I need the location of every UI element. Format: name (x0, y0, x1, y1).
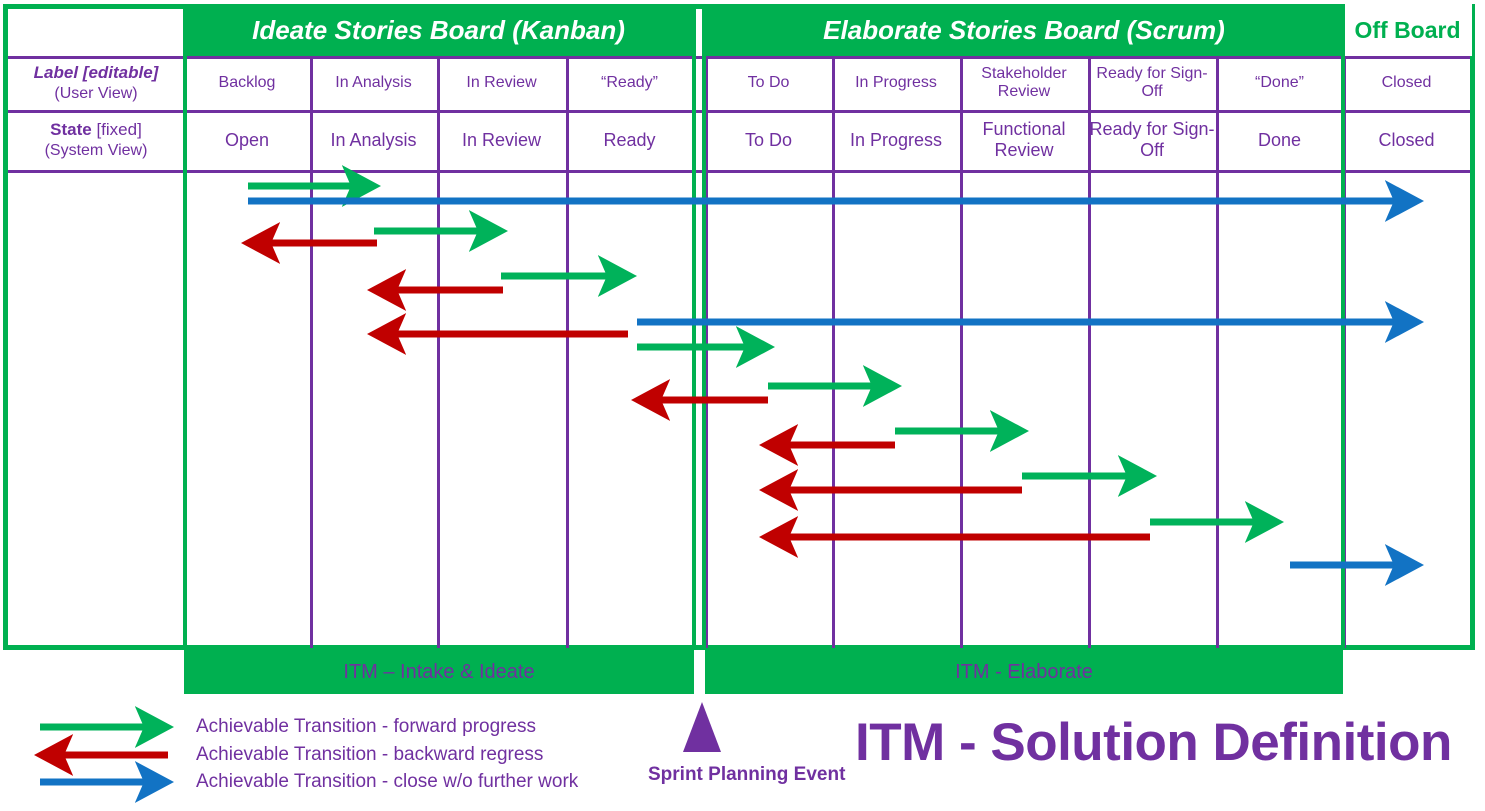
column-state-in-analysis: In Analysis (310, 110, 437, 170)
column-state-open: Open (184, 110, 310, 170)
scrum-board-banner: Elaborate Stories Board (Scrum) (705, 4, 1343, 56)
column-label-to-do[interactable]: To Do (705, 56, 832, 110)
column-label-stakeholder-review[interactable]: Stakeholder Review (960, 56, 1088, 110)
column-state-text: In Review (461, 129, 542, 150)
column-state-ready-for-sign-off: Ready for Sign-Off (1088, 110, 1216, 170)
column-state-text: To Do (744, 129, 793, 150)
board-divider-kanban-end (692, 4, 696, 648)
column-state-functional-review: Functional Review (960, 110, 1088, 170)
grid-hrule-bottom (8, 170, 1470, 173)
column-label-text: In Progress (855, 73, 937, 91)
column-label-text: “Done” (1255, 73, 1304, 91)
column-state-in-review: In Review (437, 110, 566, 170)
board-divider-scrum-start (702, 4, 706, 648)
off-board-title: Off Board (1354, 16, 1461, 43)
column-label-ready[interactable]: “Ready” (566, 56, 693, 110)
column-state-text: Ready for Sign-Off (1089, 119, 1215, 160)
footer-bar-elaborate-label: ITM - Elaborate (955, 660, 1093, 683)
row-header-label-line2: (User View) (54, 84, 138, 102)
legend-backward-text: Achievable Transition - backward regress (196, 744, 544, 765)
grid-vrule-6 (960, 56, 963, 648)
grid-vrule-3 (566, 56, 569, 648)
kanban-board-banner: Ideate Stories Board (Kanban) (184, 4, 693, 56)
legend-close-text: Achievable Transition - close w/o furthe… (196, 771, 579, 792)
footer-bar-ideate: ITM – Intake & Ideate (184, 650, 694, 694)
column-label-text: “Ready” (601, 73, 658, 91)
column-state-text: Done (1257, 129, 1302, 150)
legend-backward-label: Achievable Transition - backward regress (196, 744, 543, 766)
row-header-label-line1: Label [editable] (33, 63, 159, 83)
column-state-closed: Closed (1343, 110, 1470, 170)
grid-vrule-1 (310, 56, 313, 648)
column-label-text: Backlog (218, 73, 276, 91)
column-state-text: In Analysis (330, 129, 417, 150)
grid-vrule-5 (832, 56, 835, 648)
column-state-text: In Progress (849, 129, 943, 150)
column-label-ready-for-sign-off[interactable]: Ready for Sign-Off (1088, 56, 1216, 110)
column-label-backlog[interactable]: Backlog (184, 56, 310, 110)
column-state-text: Functional Review (982, 119, 1066, 160)
column-state-in-progress: In Progress (832, 110, 960, 170)
legend-forward-text: Achievable Transition - forward progress (196, 716, 537, 737)
grid-vrule-2 (437, 56, 440, 648)
page-title-text: ITM - Solution Definition (855, 713, 1452, 772)
footer-bar-elaborate: ITM - Elaborate (705, 650, 1343, 694)
column-label-text: Closed (1381, 73, 1432, 91)
row-header-state-rest: [fixed] (91, 120, 142, 140)
scrum-board-title: Elaborate Stories Board (Scrum) (823, 14, 1225, 45)
column-label-text: In Analysis (335, 73, 412, 91)
board-divider-left (183, 4, 187, 648)
column-label-text: To Do (747, 73, 790, 91)
column-state-done: Done (1216, 110, 1343, 170)
column-state-text: Open (224, 129, 270, 150)
sprint-planning-event-text: Sprint Planning Event (648, 764, 846, 785)
footer-bar-ideate-label: ITM – Intake & Ideate (343, 660, 535, 683)
off-board-banner: Off Board (1343, 4, 1472, 56)
column-state-ready: Ready (566, 110, 693, 170)
row-header-state-line2: (System View) (44, 141, 148, 159)
sprint-planning-event-label: Sprint Planning Event (648, 764, 845, 786)
grid-vrule-8 (1216, 56, 1219, 648)
row-header-label: Label [editable] (User View) (8, 56, 184, 110)
column-label-closed[interactable]: Closed (1343, 56, 1470, 110)
page-title: ITM - Solution Definition (855, 712, 1452, 773)
sprint-planning-triangle-icon (683, 702, 721, 752)
legend-close-label: Achievable Transition - close w/o furthe… (196, 771, 578, 793)
grid-vrule-7 (1088, 56, 1091, 648)
column-label-text: In Review (466, 73, 537, 91)
column-state-text: Closed (1378, 129, 1435, 150)
board-divider-offboard (1341, 4, 1345, 648)
column-label-done[interactable]: “Done” (1216, 56, 1343, 110)
column-label-in-progress[interactable]: In Progress (832, 56, 960, 110)
row-header-state-bold: State (50, 120, 92, 140)
column-state-to-do: To Do (705, 110, 832, 170)
column-state-text: Ready (603, 129, 656, 150)
column-label-text: Ready for Sign-Off (1096, 64, 1208, 100)
column-label-text: Stakeholder Review (981, 64, 1067, 100)
kanban-board-title: Ideate Stories Board (Kanban) (252, 14, 625, 45)
column-label-in-review[interactable]: In Review (437, 56, 566, 110)
row-header-state: State [fixed] (System View) (8, 110, 184, 170)
diagram-canvas: Ideate Stories Board (Kanban) Elaborate … (0, 0, 1485, 811)
column-label-in-analysis[interactable]: In Analysis (310, 56, 437, 110)
legend-forward-label: Achievable Transition - forward progress (196, 716, 536, 738)
